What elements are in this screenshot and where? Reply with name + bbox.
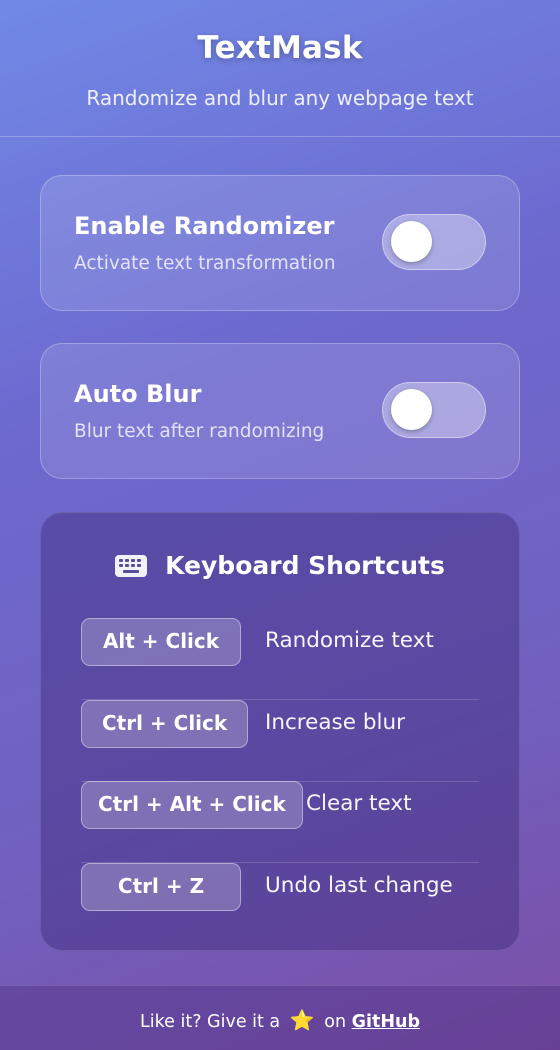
footer-prefix: Like it? Give it a [140,1012,281,1032]
shortcut-key: Ctrl + Click [81,700,249,748]
shortcut-action: Clear text [306,791,412,816]
shortcut-row: Ctrl + Z Undo last change [81,863,479,945]
auto-blur-card: Auto Blur Blur text after randomizing [40,343,520,479]
shortcut-row: Ctrl + Alt + Click Clear text [81,781,479,863]
toggle-knob [391,389,432,430]
toggle-knob [391,221,432,262]
app-title: TextMask [197,30,363,66]
header: TextMask Randomize and blur any webpage … [0,0,560,137]
enable-randomizer-toggle[interactable] [382,214,486,270]
shortcut-row: Alt + Click Randomize text [81,618,479,700]
auto-blur-label: Auto Blur [74,380,202,408]
enable-randomizer-card: Enable Randomizer Activate text transfor… [40,175,520,311]
shortcut-key: Alt + Click [81,618,241,666]
keyboard-icon [115,555,148,577]
shortcut-key: Ctrl + Z [81,863,241,911]
shortcuts-heading-text: Keyboard Shortcuts [165,551,445,580]
star-icon: ⭐ [289,1008,315,1032]
auto-blur-toggle[interactable] [382,382,486,438]
footer-middle: on [324,1012,347,1032]
shortcut-key: Ctrl + Alt + Click [81,781,303,829]
keyboard-shortcuts-panel: Keyboard Shortcuts Alt + Click Randomize… [40,512,520,951]
shortcut-action: Increase blur [265,710,405,735]
shortcut-row: Ctrl + Click Increase blur [81,700,479,782]
shortcut-action: Undo last change [265,873,453,898]
shortcuts-heading: Keyboard Shortcuts [41,551,519,580]
enable-randomizer-description: Activate text transformation [74,253,336,274]
shortcut-action: Randomize text [265,628,434,653]
enable-randomizer-label: Enable Randomizer [74,212,335,240]
footer: Like it? Give it a ⭐ on GitHub [0,985,560,1050]
app-subtitle: Randomize and blur any webpage text [86,86,474,110]
github-link[interactable]: GitHub [352,1012,420,1032]
auto-blur-description: Blur text after randomizing [74,421,325,442]
